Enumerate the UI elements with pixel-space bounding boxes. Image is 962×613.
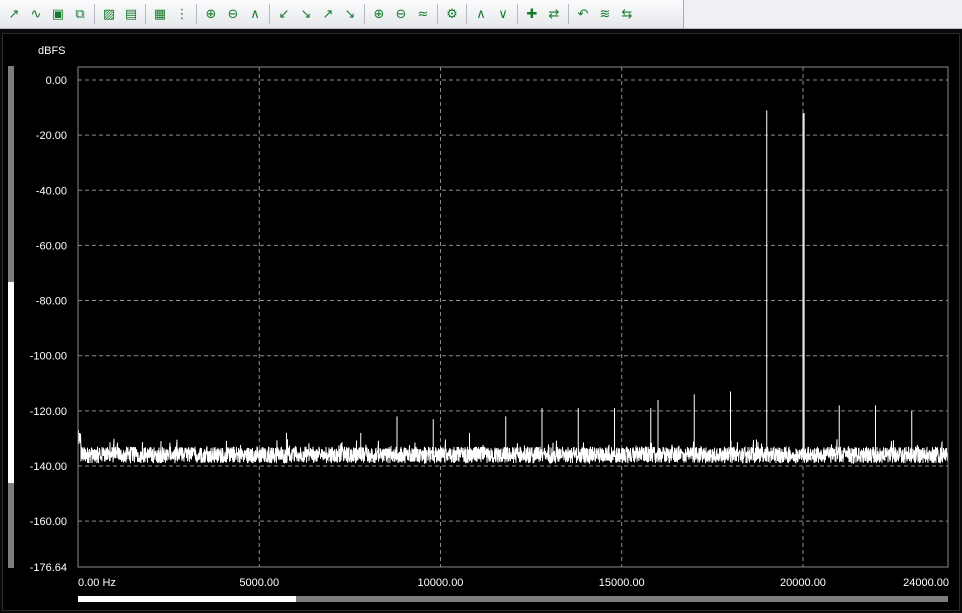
spectrum-chart: dBFS 0.00 -20.00 -40.00 -60.00 -80.00 -100.00… — [30, 45, 949, 589]
y-tick-label: -20.00 — [36, 130, 67, 142]
plot-border — [77, 66, 949, 568]
noise-floor-trace — [77, 430, 949, 465]
y-tick-label: -60.00 — [36, 240, 67, 252]
y-tick-label: 0.00 — [46, 75, 67, 87]
x-tick-label: 20000.00 — [780, 577, 826, 589]
y-tick-labels: 0.00 -20.00 -40.00 -60.00 -80.00 -100.00 -120.… — [30, 75, 67, 574]
y-tick-label: -80.00 — [36, 296, 67, 308]
grid-lines — [78, 67, 948, 567]
y-tick-label: -40.00 — [36, 185, 67, 197]
y-tick-label: -176.64 — [30, 562, 67, 574]
y-axis-label: dBFS — [38, 45, 66, 57]
x-tick-label: 15000.00 — [599, 577, 645, 589]
peak-marks — [285, 110, 913, 455]
y-tick-label: -120.00 — [30, 406, 67, 418]
y-tick-label: -100.00 — [30, 351, 67, 363]
x-tick-label: 0.00 Hz — [78, 577, 116, 589]
x-tick-labels: 0.00 Hz 5000.00 10000.00 15000.00 20000.00 24… — [78, 577, 949, 589]
y-tick-label: -140.00 — [30, 461, 67, 473]
y-tick-label: -160.00 — [30, 516, 67, 528]
x-tick-label: 10000.00 — [418, 577, 464, 589]
x-tick-label: 5000.00 — [239, 577, 279, 589]
x-tick-label: 24000.00 — [903, 577, 949, 589]
